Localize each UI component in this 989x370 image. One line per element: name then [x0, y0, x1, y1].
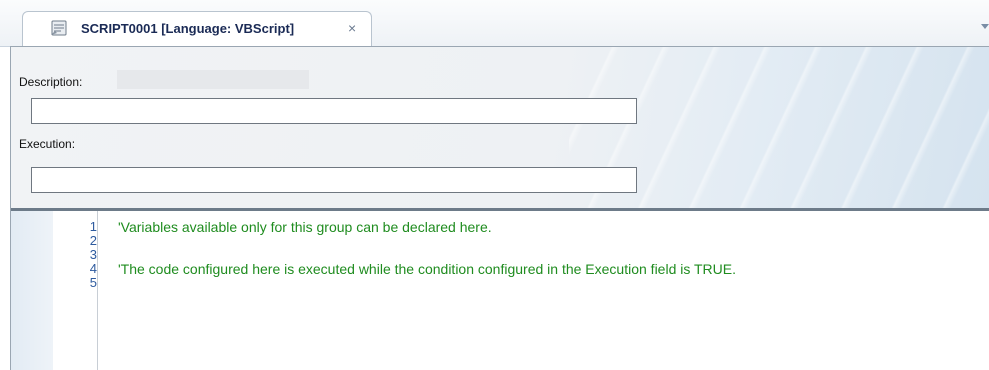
description-shade — [117, 70, 309, 89]
line-number: 1 — [89, 219, 97, 234]
close-icon[interactable]: × — [348, 20, 356, 36]
line-number: 3 — [89, 247, 97, 262]
script-icon — [49, 19, 69, 37]
gutter-separator — [97, 211, 98, 370]
editor-splitter[interactable] — [11, 208, 989, 211]
editor-margin — [11, 211, 53, 370]
code-editor[interactable]: 1 2 3 4 5 'Variables available only for … — [10, 208, 989, 370]
script-properties-panel: Description: Execution: — [10, 46, 989, 208]
execution-label: Execution: — [19, 137, 76, 151]
tab-list-dropdown-icon[interactable] — [981, 24, 989, 29]
document-tab-strip: SCRIPT0001 [Language: VBScript] × — [0, 0, 989, 47]
line-number: 4 — [89, 261, 97, 276]
description-label: Description: — [19, 75, 83, 89]
line-number: 2 — [89, 233, 97, 248]
execution-field[interactable] — [31, 167, 637, 193]
description-field[interactable] — [31, 98, 637, 124]
line-number: 5 — [89, 275, 97, 290]
code-line[interactable]: 'Variables available only for this group… — [118, 220, 492, 234]
code-line[interactable]: 'The code configured here is executed wh… — [118, 262, 736, 276]
script-tab[interactable]: SCRIPT0001 [Language: VBScript] × — [22, 11, 372, 46]
tab-title: SCRIPT0001 [Language: VBScript] — [81, 21, 295, 36]
